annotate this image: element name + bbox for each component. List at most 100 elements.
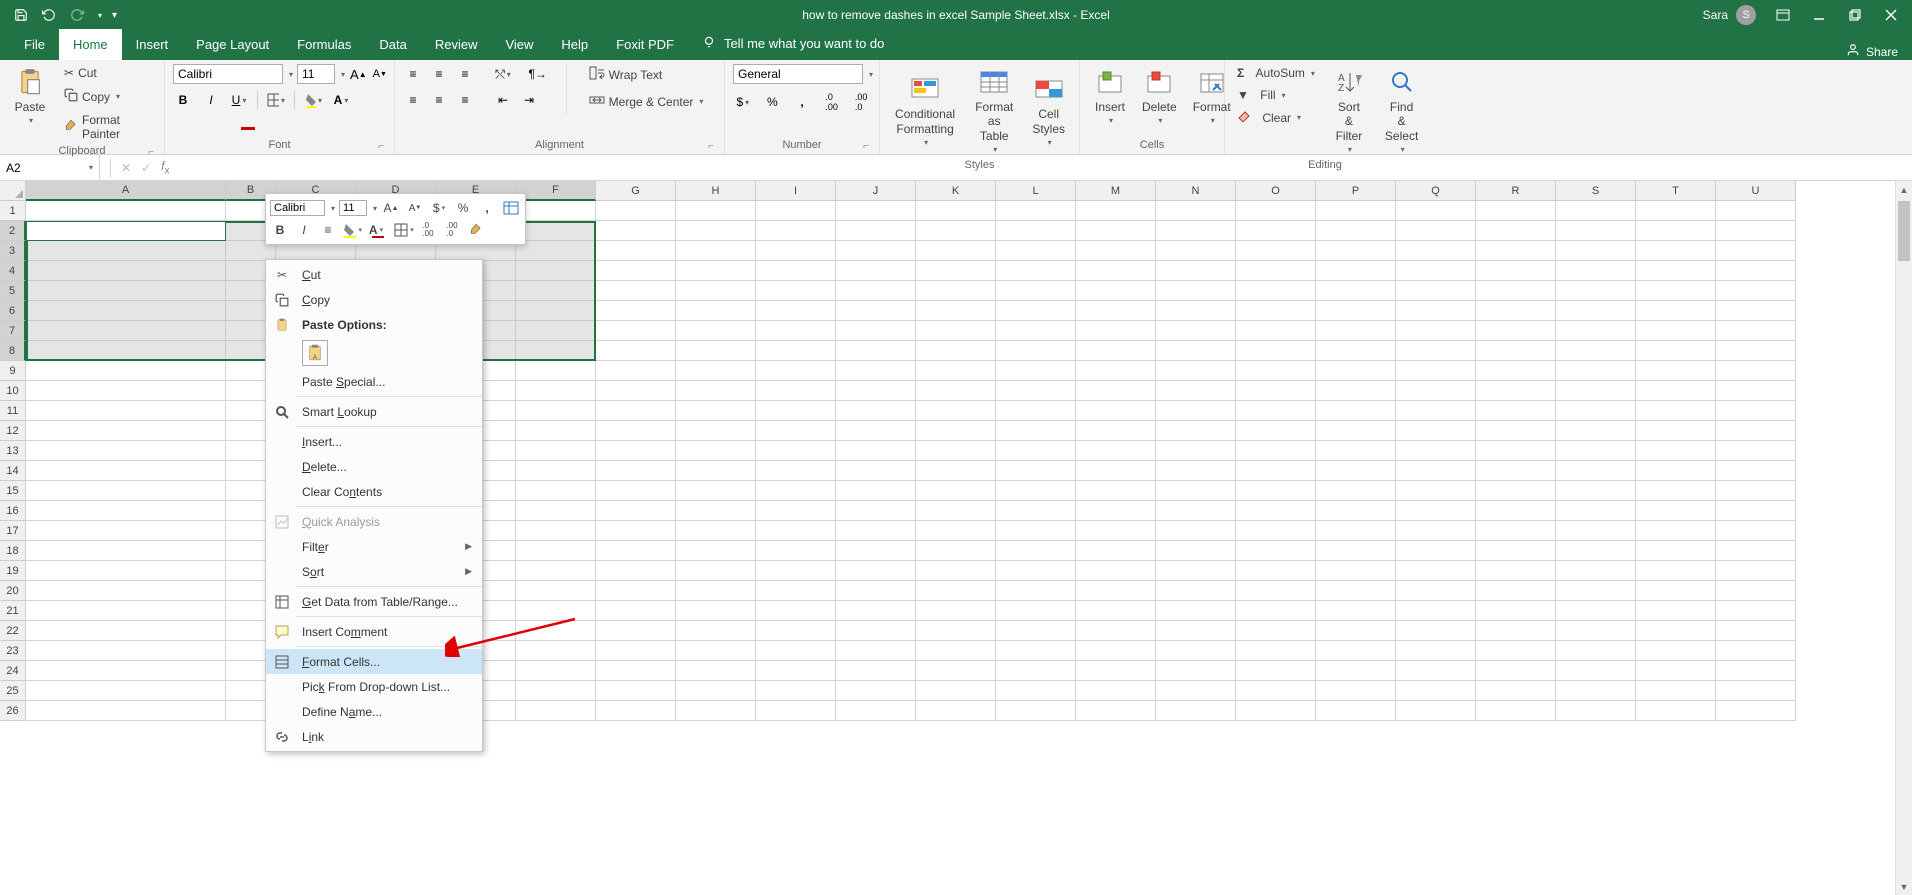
cell[interactable] xyxy=(996,401,1076,421)
cell[interactable] xyxy=(756,381,836,401)
wrap-text-button[interactable]: Wrap Text xyxy=(585,64,708,85)
cell[interactable] xyxy=(676,261,756,281)
cell[interactable] xyxy=(1636,521,1716,541)
cell[interactable] xyxy=(1636,541,1716,561)
cell[interactable] xyxy=(1716,481,1796,501)
cell[interactable] xyxy=(1236,261,1316,281)
cell[interactable] xyxy=(516,241,596,261)
cell[interactable] xyxy=(916,341,996,361)
cell[interactable] xyxy=(1476,541,1556,561)
cell[interactable] xyxy=(1556,401,1636,421)
cell[interactable] xyxy=(996,681,1076,701)
cell[interactable] xyxy=(516,601,596,621)
cell[interactable] xyxy=(1636,501,1716,521)
cell[interactable] xyxy=(1636,581,1716,601)
cell[interactable] xyxy=(996,501,1076,521)
select-all-corner[interactable] xyxy=(0,181,26,201)
cancel-formula-icon[interactable]: ✕ xyxy=(121,161,131,175)
align-right-icon[interactable]: ≡ xyxy=(455,90,475,110)
row-header[interactable]: 17 xyxy=(0,521,26,541)
row-header[interactable]: 2 xyxy=(0,221,26,241)
cell[interactable] xyxy=(1156,461,1236,481)
row-header[interactable]: 12 xyxy=(0,421,26,441)
cell[interactable] xyxy=(26,441,226,461)
cell[interactable] xyxy=(596,221,676,241)
cell[interactable] xyxy=(1396,201,1476,221)
cell[interactable] xyxy=(1156,561,1236,581)
tell-me-search[interactable]: Tell me what you want to do xyxy=(688,27,898,60)
cell[interactable] xyxy=(1236,561,1316,581)
cell[interactable] xyxy=(1236,241,1316,261)
menu-define-name[interactable]: Define Name... xyxy=(266,699,482,724)
tab-foxit-pdf[interactable]: Foxit PDF xyxy=(602,29,688,60)
cell[interactable] xyxy=(1316,241,1396,261)
cell[interactable] xyxy=(1236,201,1316,221)
undo-icon[interactable] xyxy=(40,6,58,24)
menu-cut[interactable]: ✂Cut xyxy=(266,262,482,287)
dialog-launcher-icon[interactable]: ⌐ xyxy=(863,141,869,152)
cell[interactable] xyxy=(1076,601,1156,621)
cell[interactable] xyxy=(1636,381,1716,401)
tab-formulas[interactable]: Formulas xyxy=(283,29,365,60)
cell[interactable] xyxy=(26,281,226,301)
cell[interactable] xyxy=(996,301,1076,321)
cell[interactable] xyxy=(1396,421,1476,441)
cell[interactable] xyxy=(516,561,596,581)
cell[interactable] xyxy=(1716,381,1796,401)
mini-fill-color-icon[interactable]: ▾ xyxy=(342,220,362,240)
cell[interactable] xyxy=(1316,581,1396,601)
cell[interactable] xyxy=(596,621,676,641)
cell[interactable] xyxy=(1076,321,1156,341)
cell[interactable] xyxy=(1636,441,1716,461)
cell[interactable] xyxy=(836,341,916,361)
cell[interactable] xyxy=(756,441,836,461)
column-header[interactable]: J xyxy=(836,181,916,201)
cell[interactable] xyxy=(1316,221,1396,241)
cell[interactable] xyxy=(996,481,1076,501)
cell[interactable] xyxy=(516,421,596,441)
cell[interactable] xyxy=(1076,341,1156,361)
cell[interactable] xyxy=(516,321,596,341)
cell[interactable] xyxy=(1636,681,1716,701)
worksheet-grid[interactable]: ABCDEFGHIJKLMNOPQRSTU 123456789101112131… xyxy=(0,181,1912,895)
menu-paste-special[interactable]: Paste Special... xyxy=(266,369,482,394)
cell[interactable] xyxy=(836,681,916,701)
cell[interactable] xyxy=(1636,321,1716,341)
align-center-icon[interactable]: ≡ xyxy=(429,90,449,110)
cell[interactable] xyxy=(1636,401,1716,421)
cell[interactable] xyxy=(916,581,996,601)
cell[interactable] xyxy=(1396,261,1476,281)
share-button[interactable]: Share xyxy=(1866,45,1898,59)
cell[interactable] xyxy=(1556,221,1636,241)
cell[interactable] xyxy=(1556,441,1636,461)
cell[interactable] xyxy=(26,521,226,541)
cell[interactable] xyxy=(996,521,1076,541)
cell[interactable] xyxy=(1716,281,1796,301)
cell[interactable] xyxy=(756,701,836,721)
cell[interactable] xyxy=(26,421,226,441)
copy-button[interactable]: Copy▾ xyxy=(60,86,156,107)
column-header[interactable]: I xyxy=(756,181,836,201)
cell[interactable] xyxy=(1316,441,1396,461)
cell[interactable] xyxy=(1076,561,1156,581)
cell[interactable] xyxy=(1716,641,1796,661)
cell[interactable] xyxy=(1076,361,1156,381)
cell[interactable] xyxy=(1556,461,1636,481)
cell[interactable] xyxy=(1236,641,1316,661)
mini-percent-icon[interactable]: % xyxy=(453,198,473,218)
cell[interactable] xyxy=(916,621,996,641)
cell[interactable] xyxy=(676,281,756,301)
cell[interactable] xyxy=(916,541,996,561)
cell[interactable] xyxy=(996,561,1076,581)
cell[interactable] xyxy=(596,241,676,261)
cell[interactable] xyxy=(596,701,676,721)
cell[interactable] xyxy=(1716,621,1796,641)
cell[interactable] xyxy=(1476,641,1556,661)
accounting-format-icon[interactable]: $▾ xyxy=(733,92,753,112)
cell[interactable] xyxy=(596,321,676,341)
cell[interactable] xyxy=(1636,621,1716,641)
cell[interactable] xyxy=(1076,421,1156,441)
cell[interactable] xyxy=(1636,641,1716,661)
cell[interactable] xyxy=(516,501,596,521)
cell[interactable] xyxy=(676,501,756,521)
